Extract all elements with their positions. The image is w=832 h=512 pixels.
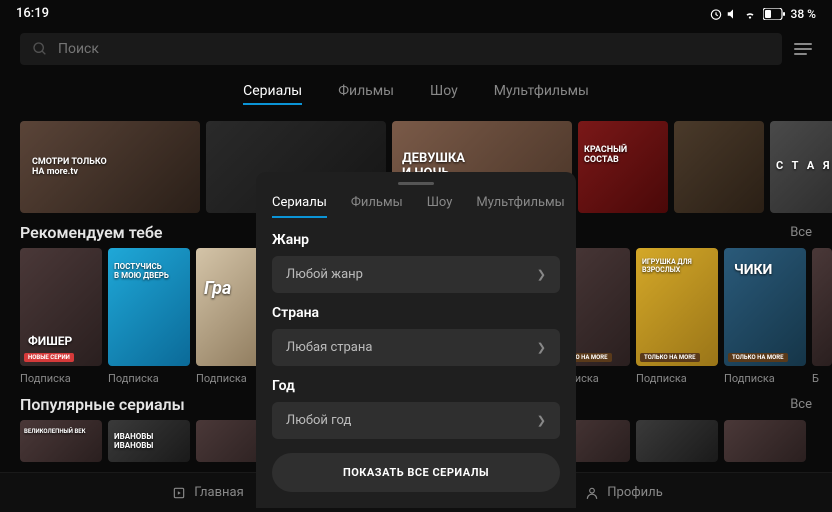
tab-show[interactable]: Шоу xyxy=(430,79,458,105)
search-box[interactable] xyxy=(20,33,782,65)
battery-percent: 38 % xyxy=(791,7,816,21)
content-card[interactable]: ИГРУШКА ДЛЯВЗРОСЛЫХТОЛЬКО НА MORE Подпис… xyxy=(636,248,718,385)
hero-card[interactable]: С Т А Я xyxy=(770,121,832,213)
search-input[interactable] xyxy=(58,41,770,57)
section-title-rec: Рекомендуем тебе xyxy=(20,223,163,242)
section-title-pop: Популярные сериалы xyxy=(20,395,185,414)
filter-select-year[interactable]: Любой год ❯ xyxy=(272,402,560,439)
drag-handle[interactable] xyxy=(398,182,434,185)
main-tabs: Сериалы Фильмы Шоу Мультфильмы xyxy=(0,71,832,109)
chevron-right-icon: ❯ xyxy=(537,341,546,354)
filter-label-genre: Жанр xyxy=(272,232,560,248)
modal-tab-cartoons[interactable]: Мультфильмы xyxy=(476,195,564,218)
modal-tab-show[interactable]: Шоу xyxy=(427,195,453,218)
content-card[interactable]: Б xyxy=(812,248,832,385)
chevron-right-icon: ❯ xyxy=(537,268,546,281)
wifi-icon xyxy=(743,7,757,21)
tab-cartoons[interactable]: Мультфильмы xyxy=(494,79,589,105)
filter-label-country: Страна xyxy=(272,305,560,321)
home-icon xyxy=(172,486,186,500)
mute-icon xyxy=(726,7,740,21)
content-card[interactable]: ПОСТУЧИСЬВ МОЮ ДВЕРЬ Подписка xyxy=(108,248,190,385)
content-card[interactable]: ЧИКИТОЛЬКО НА MORE Подписка xyxy=(724,248,806,385)
section-all-rec[interactable]: Все xyxy=(790,225,812,240)
hero-card[interactable] xyxy=(674,121,764,213)
content-card[interactable]: ФИШЕРНОВЫЕ СЕРИИ Подписка xyxy=(20,248,102,385)
filter-select-country[interactable]: Любая страна ❯ xyxy=(272,329,560,366)
modal-tabs: Сериалы Фильмы Шоу Мультфильмы xyxy=(272,195,560,218)
battery-icon xyxy=(763,8,785,20)
modal-tab-films[interactable]: Фильмы xyxy=(351,195,403,218)
chevron-right-icon: ❯ xyxy=(537,414,546,427)
modal-tab-serials[interactable]: Сериалы xyxy=(272,195,327,218)
filter-select-genre[interactable]: Любой жанр ❯ xyxy=(272,256,560,293)
tab-films[interactable]: Фильмы xyxy=(338,79,394,105)
profile-icon xyxy=(585,486,599,500)
section-all-pop[interactable]: Все xyxy=(790,397,812,412)
search-icon xyxy=(32,41,48,57)
hero-card[interactable]: КРАСНЫЙСОСТАВ xyxy=(578,121,668,213)
filter-label-year: Год xyxy=(272,378,560,394)
show-all-button[interactable]: ПОКАЗАТЬ ВСЕ СЕРИАЛЫ xyxy=(272,453,560,492)
content-card[interactable]: ВЕЛИКОЛЕПНЫЙ ВЕК xyxy=(20,420,102,462)
tab-serials[interactable]: Сериалы xyxy=(243,79,302,105)
alarm-icon xyxy=(709,7,723,21)
hero-card[interactable]: СМОТРИ ТОЛЬКОНА more.tv xyxy=(20,121,200,213)
status-bar: 16:19 38 % xyxy=(0,0,832,27)
clock: 16:19 xyxy=(16,6,49,21)
menu-button[interactable] xyxy=(794,43,812,55)
content-card[interactable] xyxy=(636,420,718,462)
content-card[interactable]: ИВАНОВЫИВАНОВЫ xyxy=(108,420,190,462)
status-right: 38 % xyxy=(709,7,816,21)
content-card[interactable] xyxy=(724,420,806,462)
filter-modal: Сериалы Фильмы Шоу Мультфильмы Жанр Любо… xyxy=(256,172,576,508)
